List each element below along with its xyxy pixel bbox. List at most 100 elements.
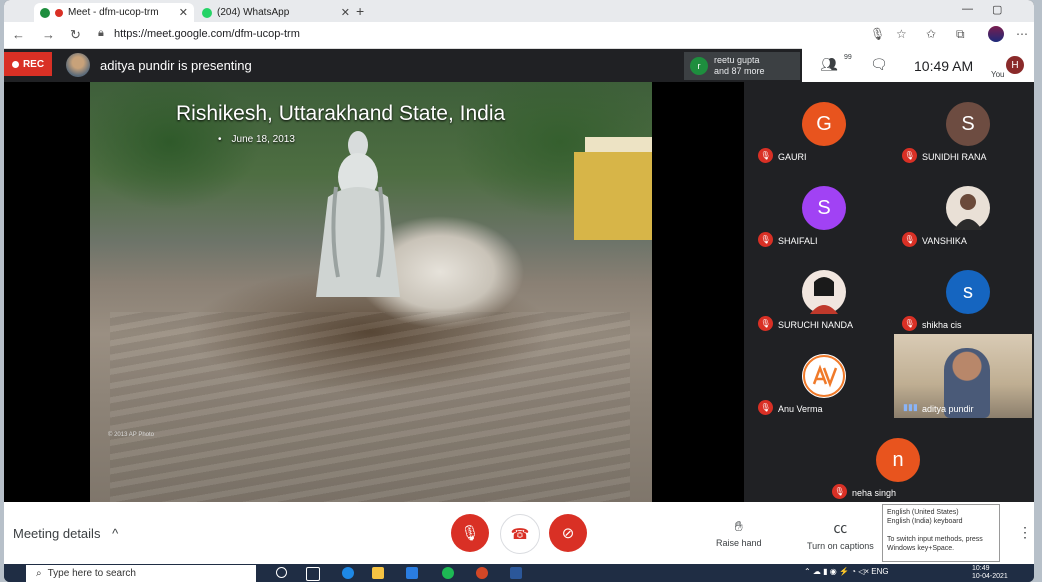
shiva-statue-image <box>316 131 400 297</box>
mic-off-icon: 🎙︎ <box>758 232 773 247</box>
meet-favicon-icon <box>40 7 50 18</box>
person-photo-icon <box>954 194 982 230</box>
participant-name: SUNIDHI RANA <box>922 152 987 162</box>
participant-tile[interactable]: 🎙︎ Anu Verma <box>750 334 890 418</box>
raise-hand-button[interactable]: ✋︎ Raise hand <box>716 518 762 548</box>
presentation-slide: Rishikesh, Uttarakhand State, India June… <box>90 82 652 502</box>
participant-photo <box>802 270 846 314</box>
participant-name: GAURI <box>778 152 807 162</box>
chat-icon[interactable]: 🗨︎ <box>870 56 888 73</box>
meeting-controls: Meeting details ^ 🎙︎ ☎︎ ⊘ ✋︎ Raise hand … <box>4 502 1034 564</box>
participant-tile[interactable]: s 🎙︎ shikha cis <box>894 250 1034 334</box>
reload-icon[interactable]: ↻ <box>70 27 81 43</box>
participant-avatar: r <box>690 57 708 75</box>
spotify-icon[interactable] <box>442 567 454 579</box>
building <box>574 152 652 240</box>
slide-bullet: June 18, 2013 <box>218 134 295 145</box>
participants-preview[interactable]: r reetu gupta and 87 more <box>684 52 800 80</box>
tooltip-line: English (India) keyboard <box>887 518 963 525</box>
favorite-icon[interactable]: ☆ <box>896 27 907 41</box>
participant-name: VANSHIKA <box>922 236 967 246</box>
tooltip-line: English (United States) <box>887 509 959 516</box>
mic-off-icon: 🎙︎ <box>902 232 917 247</box>
screen: Meet - dfm-ucop-trm ✕ (204) WhatsApp ✕ +… <box>4 0 1034 582</box>
mic-off-icon: 🎙︎ <box>832 484 847 499</box>
people-icon[interactable]: 👥︎ <box>820 56 838 73</box>
mic-toggle-button[interactable]: 🎙︎ <box>451 514 489 552</box>
back-icon[interactable]: ← <box>12 27 25 42</box>
close-icon[interactable]: ✕ <box>179 6 188 19</box>
participant-tile[interactable]: 🎙︎ SURUCHI NANDA <box>750 250 890 334</box>
leave-call-button[interactable]: ☎︎ <box>500 514 540 554</box>
speaking-icon: ▮▮▮ <box>903 402 918 412</box>
participant-tile[interactable]: n 🎙︎ neha singh <box>824 418 964 502</box>
collections-icon[interactable]: ⧉ <box>956 27 965 42</box>
recording-badge: REC <box>4 52 52 76</box>
close-icon[interactable]: ✕ <box>341 6 350 19</box>
presenter-video-tile[interactable]: ▮▮▮ aditya pundir <box>894 334 1032 418</box>
presenter-avatar <box>66 53 90 77</box>
edge-icon[interactable] <box>342 567 354 579</box>
photo-credit: © 2013 AP Photo <box>108 432 155 438</box>
recording-icon <box>55 8 63 17</box>
meeting-details-button[interactable]: Meeting details ^ <box>13 526 118 541</box>
record-dot-icon <box>11 60 19 68</box>
participant-name: SURUCHI NANDA <box>778 320 854 330</box>
participant-tile[interactable]: G 🎙︎ GAURI <box>750 82 890 166</box>
participant-tiles: G 🎙︎ GAURI S 🎙︎ SUNIDHI RANA S 🎙︎ SHAIFA… <box>744 82 1034 502</box>
user-avatar[interactable]: H <box>1006 56 1024 74</box>
profile-avatar[interactable] <box>988 26 1004 42</box>
tab-label: Meet - dfm-ucop-trm <box>68 7 159 18</box>
address-bar: ← → ↻ 🔒︎ https://meet.google.com/dfm-uco… <box>4 22 1034 49</box>
participant-name: aditya pundir <box>922 404 974 414</box>
participant-logo <box>802 354 846 398</box>
camera-off-icon: ⊘ <box>561 525 575 542</box>
file-explorer-icon[interactable] <box>372 567 384 579</box>
presenting-status: aditya pundir is presenting <box>100 58 252 73</box>
mic-off-icon: 🎙︎ <box>758 316 773 331</box>
forward-icon[interactable]: → <box>42 27 55 42</box>
slide-title: Rishikesh, Uttarakhand State, India <box>176 102 506 125</box>
hand-icon: ✋︎ <box>734 518 743 534</box>
powerpoint-icon[interactable] <box>476 567 488 579</box>
meeting-details-label: Meeting details <box>13 526 101 541</box>
word-icon[interactable] <box>510 567 522 579</box>
taskbar-search[interactable]: ⌕ Type here to search <box>26 565 256 582</box>
flood-water <box>110 312 630 502</box>
lock-icon: 🔒︎ <box>98 27 104 39</box>
store-icon[interactable] <box>406 567 418 579</box>
participant-avatar: n <box>876 438 920 482</box>
participant-name: Anu Verma <box>778 404 823 414</box>
rec-label: REC <box>22 58 45 70</box>
task-view-icon[interactable] <box>306 567 320 581</box>
favorites-bar-icon[interactable]: ✩ <box>926 27 936 41</box>
participant-tile[interactable]: S 🎙︎ SUNIDHI RANA <box>894 82 1034 166</box>
cortana-icon[interactable] <box>276 567 287 578</box>
search-icon: ⌕ <box>36 568 42 579</box>
taskbar-clock[interactable]: 10:49 10-04-2021 <box>972 565 1008 581</box>
chevron-up-icon: ^ <box>112 526 119 541</box>
participant-name: shikha cis <box>922 320 962 330</box>
participant-tile[interactable]: 🎙︎ VANSHIKA <box>894 166 1034 250</box>
camera-toggle-button[interactable]: ⊘ <box>549 514 587 552</box>
tooltip-line: To switch input methods, press <box>887 536 983 543</box>
presentation-area: Rishikesh, Uttarakhand State, India June… <box>4 82 744 502</box>
url-field[interactable]: https://meet.google.com/dfm-ucop-trm <box>114 28 300 40</box>
new-tab-icon[interactable]: + <box>356 3 364 19</box>
input-method-tooltip: English (United States) English (India) … <box>882 504 1000 562</box>
maximize-icon[interactable]: ▢ <box>992 3 1002 16</box>
mic-off-icon: 🎙︎ <box>460 525 480 542</box>
meet-top-panel: 👥︎ 99 🗨︎ 10:49 AM You H <box>802 48 1034 82</box>
tab-meet[interactable]: Meet - dfm-ucop-trm ✕ <box>34 3 194 22</box>
mic-off-icon: 🎙︎ <box>902 148 917 163</box>
microphone-icon[interactable]: 🎙︎ <box>870 27 885 41</box>
language-indicator[interactable]: ENG <box>871 567 888 576</box>
more-options-icon[interactable]: ⋮ <box>1018 524 1032 541</box>
participant-tile[interactable]: S 🎙︎ SHAIFALI <box>750 166 890 250</box>
more-icon[interactable]: ⋯ <box>1016 27 1028 41</box>
tray-icons[interactable]: ⌃ ☁ ▮ ◉ ⚡ ◔ ◁× <box>804 567 871 576</box>
preview-line-1: reetu gupta <box>714 55 760 65</box>
captions-button[interactable]: ㏄ Turn on captions <box>807 518 874 551</box>
minimize-icon[interactable]: — <box>962 3 973 15</box>
tab-whatsapp[interactable]: (204) WhatsApp ✕ <box>196 3 356 22</box>
